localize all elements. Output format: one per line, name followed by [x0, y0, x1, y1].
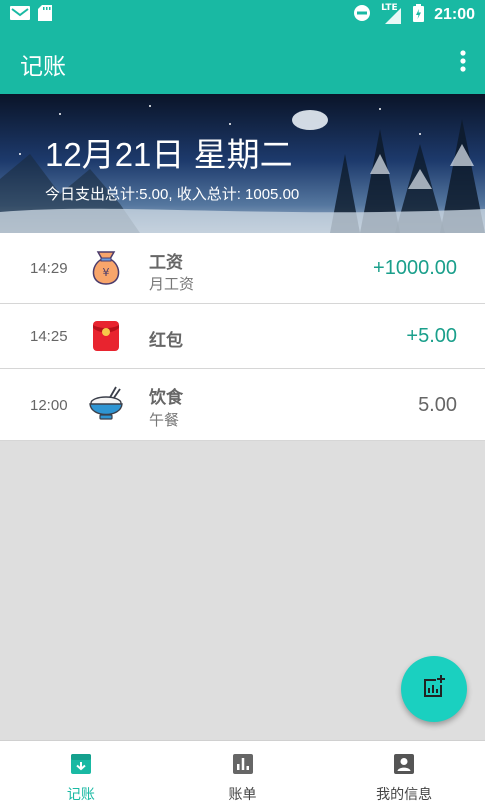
add-chart-icon: [421, 674, 447, 704]
daily-summary: 今日支出总计:5.00, 收入总计: 1005.00: [45, 186, 300, 203]
red-envelope-icon: [86, 316, 126, 356]
record-category: 红包: [149, 331, 183, 351]
page-title: 记账: [20, 54, 66, 80]
record-category: 工资: [149, 253, 183, 273]
app-bar: 记账: [0, 30, 485, 94]
nav-item-bookkeeping[interactable]: 记账: [0, 741, 162, 806]
bar-chart-icon: [232, 753, 254, 779]
nav-item-my-info[interactable]: 我的信息: [323, 741, 485, 806]
record-amount: 5.00: [418, 394, 457, 416]
signal-icon: LTE: [381, 3, 403, 25]
record-time: 12:00: [30, 397, 68, 414]
record-amount: +1000.00: [373, 257, 457, 279]
nav-label: 记账: [66, 787, 95, 803]
rice-bowl-icon: [86, 385, 126, 425]
svg-text:¥: ¥: [103, 266, 110, 279]
more-options-icon[interactable]: [459, 50, 467, 72]
sd-card-icon: [38, 5, 52, 25]
status-bar: LTE 21:00: [0, 0, 485, 30]
record-list: 14:29 ¥ 工资 月工资 +1000.00 14:25 红包 +5.00 1…: [0, 233, 485, 441]
mail-icon: [10, 5, 30, 25]
do-not-disturb-icon: [353, 4, 371, 26]
record-amount: +5.00: [406, 325, 457, 347]
nav-item-bills[interactable]: 账单: [162, 741, 324, 806]
record-row-salary[interactable]: 14:29 ¥ 工资 月工资 +1000.00: [0, 233, 485, 304]
bottom-navigation: 记账 账单 我的信息: [0, 740, 485, 806]
record-note: 月工资: [149, 275, 195, 293]
battery-icon: [413, 4, 425, 26]
nav-label: 账单: [228, 787, 257, 803]
record-time: 14:25: [30, 328, 68, 345]
banner-date: 12月21日 星期二: [45, 136, 293, 173]
date-banner: 12月21日 星期二 今日支出总计:5.00, 收入总计: 1005.00: [0, 94, 485, 233]
record-category: 饮食: [149, 388, 183, 408]
record-row-food[interactable]: 12:00 饮食 午餐 5.00: [0, 369, 485, 441]
nav-label: 我的信息: [376, 787, 433, 803]
record-note: 午餐: [149, 411, 180, 429]
add-record-button[interactable]: [401, 656, 467, 722]
clock: 21:00: [434, 6, 475, 23]
record-time: 14:29: [30, 260, 68, 277]
bookkeeping-icon: [70, 753, 92, 779]
account-icon: [393, 753, 415, 779]
moon-icon: [292, 110, 328, 130]
money-bag-icon: ¥: [86, 247, 126, 287]
record-row-red-envelope[interactable]: 14:25 红包 +5.00: [0, 304, 485, 369]
